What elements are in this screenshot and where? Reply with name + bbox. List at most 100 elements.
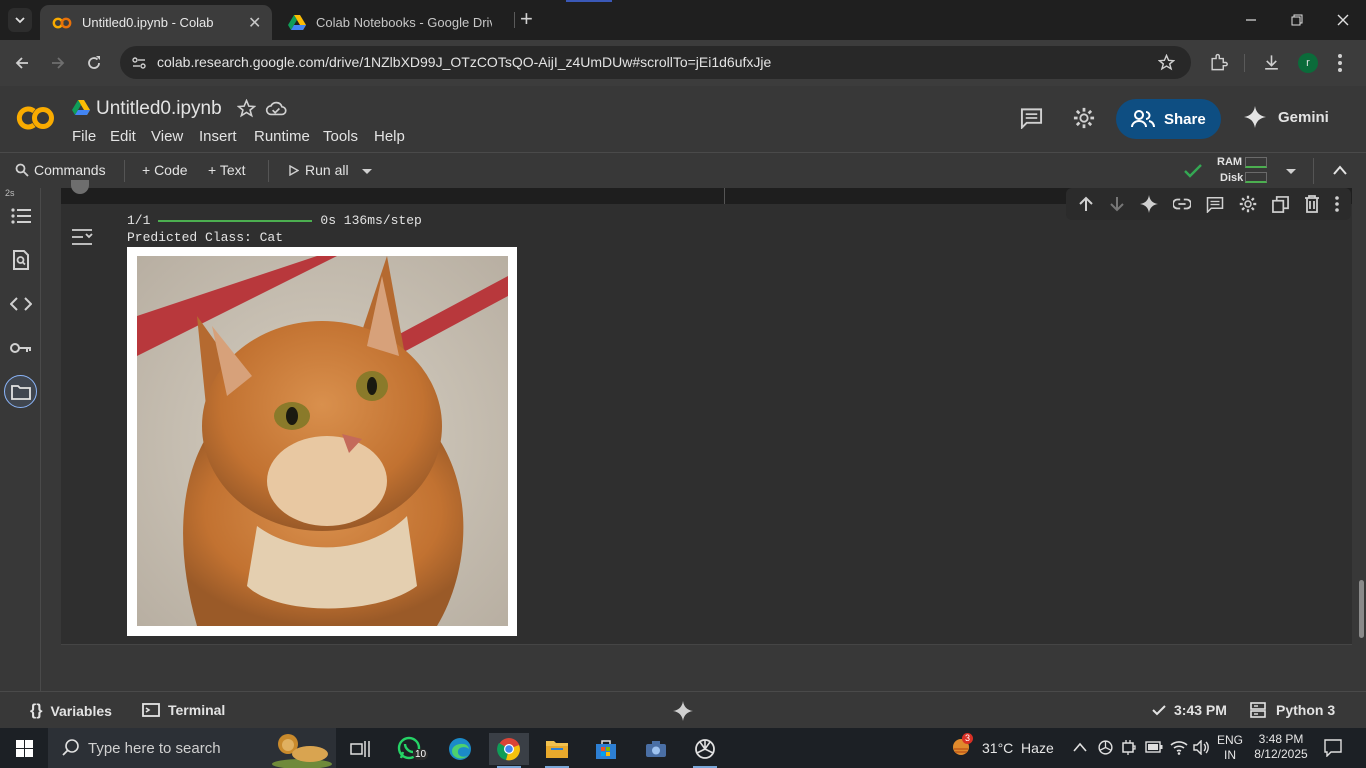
- extensions-icon[interactable]: [1209, 53, 1228, 72]
- camera-app[interactable]: [636, 733, 676, 765]
- restore-button[interactable]: [1274, 0, 1320, 40]
- reload-button[interactable]: [82, 51, 106, 75]
- gear-icon[interactable]: [1073, 107, 1095, 129]
- tab-search-button[interactable]: [8, 8, 32, 32]
- commands-button[interactable]: Commands: [15, 162, 106, 178]
- chevron-down-icon[interactable]: [361, 168, 373, 175]
- wifi-icon[interactable]: [1170, 740, 1188, 755]
- colab-logo-icon[interactable]: [14, 104, 56, 132]
- arrow-left-icon: [15, 57, 28, 69]
- progress-step: 1/1: [127, 213, 151, 228]
- chatgpt-app[interactable]: [685, 733, 725, 768]
- back-button[interactable]: [10, 51, 34, 75]
- variables-button[interactable]: {} Variables: [30, 702, 112, 720]
- clock[interactable]: 3:48 PM 8/12/2025: [1252, 732, 1310, 762]
- menu-file[interactable]: File: [72, 128, 96, 145]
- new-tab-button[interactable]: +: [520, 8, 540, 32]
- share-button[interactable]: Share: [1116, 99, 1221, 139]
- weather-badge: 3: [962, 733, 973, 744]
- download-icon[interactable]: [1262, 53, 1281, 72]
- close-window-button[interactable]: [1320, 0, 1366, 40]
- mirror-cell-icon[interactable]: [1272, 195, 1290, 213]
- code-snippets-button[interactable]: [8, 291, 34, 317]
- last-execution-status[interactable]: 3:43 PM: [1152, 702, 1227, 718]
- google-drive-icon[interactable]: [72, 100, 90, 116]
- folder-icon: [546, 741, 568, 758]
- runtime-type[interactable]: Python 3: [1250, 702, 1335, 718]
- toc-button[interactable]: [8, 203, 34, 229]
- output-image: [127, 247, 517, 636]
- more-vert-icon[interactable]: [1337, 53, 1343, 73]
- chevron-up-icon[interactable]: [1073, 742, 1087, 752]
- menu-edit[interactable]: Edit: [110, 128, 136, 145]
- file-explorer-app[interactable]: [537, 733, 577, 768]
- address-bar[interactable]: colab.research.google.com/drive/1NZlbXD9…: [120, 46, 1191, 79]
- chevron-up-icon[interactable]: [1333, 165, 1347, 175]
- commands-label: Commands: [34, 162, 106, 178]
- language-indicator[interactable]: ENG IN: [1215, 733, 1245, 763]
- terminal-button[interactable]: Terminal: [142, 702, 225, 718]
- tab-colab[interactable]: Untitled0.ipynb - Colab ✕: [40, 5, 272, 40]
- notebook-toolbar: Commands + Code + Text Run all RAM Disk: [0, 152, 1366, 188]
- more-vert-icon[interactable]: [1335, 196, 1340, 212]
- security-icon[interactable]: [1122, 739, 1136, 756]
- site-settings-icon[interactable]: [131, 55, 147, 71]
- sparkle-icon[interactable]: [673, 701, 693, 721]
- star-icon[interactable]: [237, 99, 256, 118]
- menu-help[interactable]: Help: [374, 128, 405, 145]
- language-line1: ENG: [1216, 733, 1243, 747]
- disk-meter[interactable]: [1245, 172, 1267, 183]
- weather-text[interactable]: 31°C Haze: [982, 740, 1054, 756]
- chrome-app[interactable]: [489, 733, 529, 768]
- chatgpt-tray-icon[interactable]: [1097, 739, 1114, 756]
- find-replace-button[interactable]: [8, 247, 34, 273]
- add-text-button[interactable]: + Text: [208, 162, 246, 178]
- arrow-down-icon[interactable]: [1109, 196, 1125, 212]
- tab-drive[interactable]: Colab Notebooks - Google Drive: [276, 5, 512, 40]
- close-icon[interactable]: ✕: [248, 13, 261, 33]
- battery-icon[interactable]: [1145, 741, 1163, 753]
- edge-app[interactable]: [440, 733, 480, 765]
- ram-meter[interactable]: [1245, 157, 1267, 168]
- code-cell[interactable]: 1/1 0s 136ms/step Predicted Class: Cat: [61, 180, 1352, 645]
- browser-tab-strip: Untitled0.ipynb - Colab ✕ Colab Notebook…: [0, 0, 1366, 40]
- windows-logo-icon: [15, 739, 33, 757]
- whatsapp-app[interactable]: 10: [390, 733, 430, 765]
- menu-view[interactable]: View: [151, 128, 183, 145]
- comment-icon[interactable]: [1020, 107, 1043, 129]
- sparkle-icon[interactable]: [1139, 195, 1158, 213]
- store-app[interactable]: [586, 733, 626, 765]
- play-icon: [289, 164, 299, 176]
- star-icon[interactable]: [1158, 54, 1175, 71]
- comment-icon[interactable]: [1206, 196, 1224, 213]
- volume-icon[interactable]: [1193, 740, 1211, 755]
- chatgpt-icon: [695, 739, 715, 759]
- notebook-title[interactable]: Untitled0.ipynb: [96, 98, 222, 120]
- menu-tools[interactable]: Tools: [323, 128, 358, 145]
- add-code-button[interactable]: + Code: [142, 162, 188, 178]
- menu-runtime[interactable]: Runtime: [254, 128, 310, 145]
- files-button[interactable]: [4, 375, 37, 408]
- scrollbar-thumb[interactable]: [1359, 580, 1364, 638]
- forward-button[interactable]: [46, 51, 70, 75]
- key-icon: [10, 343, 31, 353]
- disk-label: Disk: [1220, 172, 1244, 184]
- chevron-down-icon[interactable]: [1285, 168, 1297, 175]
- start-button[interactable]: [0, 728, 48, 768]
- task-view-button[interactable]: [340, 733, 380, 765]
- gemini-button[interactable]: Gemini: [1244, 106, 1329, 128]
- run-all-button[interactable]: Run all: [289, 162, 349, 178]
- output-toggle-icon[interactable]: [71, 228, 93, 246]
- secrets-button[interactable]: [8, 335, 34, 361]
- arrow-up-icon[interactable]: [1078, 196, 1094, 212]
- menu-insert[interactable]: Insert: [199, 128, 237, 145]
- reload-icon: [88, 56, 100, 69]
- weather-widget-icon[interactable]: 3: [950, 733, 974, 760]
- minimize-button[interactable]: [1228, 0, 1274, 40]
- profile-avatar[interactable]: r: [1298, 53, 1318, 73]
- link-icon[interactable]: [1172, 198, 1191, 210]
- taskbar-search[interactable]: Type here to search: [48, 728, 336, 768]
- gear-icon[interactable]: [1239, 195, 1257, 213]
- notification-icon[interactable]: [1324, 739, 1342, 757]
- trash-icon[interactable]: [1304, 195, 1320, 213]
